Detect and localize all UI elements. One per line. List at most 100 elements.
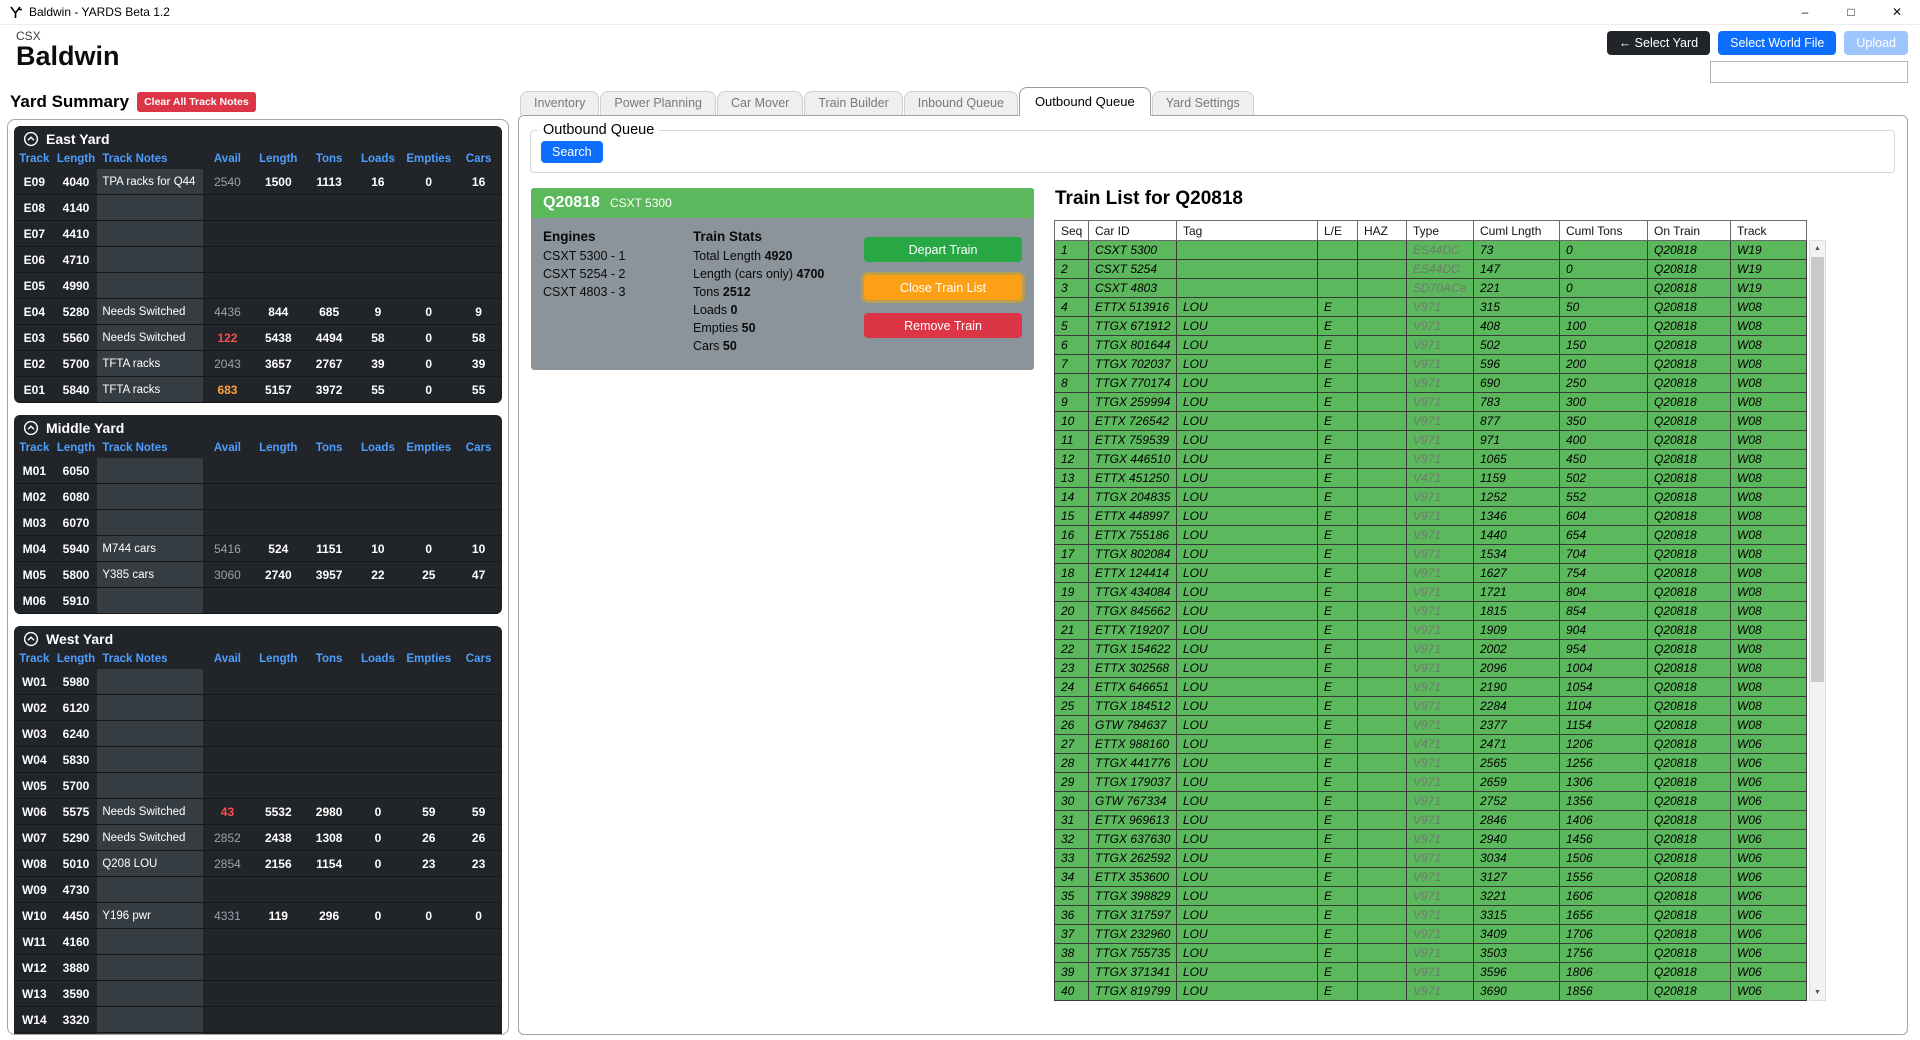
train-car-row[interactable]: 21 ETTX 719207 LOU E V971 1909 904 Q2081… (1055, 621, 1807, 640)
track-note-cell[interactable]: M744 cars (97, 536, 203, 562)
train-car-row[interactable]: 16 ETTX 755186 LOU E V971 1440 654 Q2081… (1055, 526, 1807, 545)
tab-car-mover[interactable]: Car Mover (717, 91, 803, 115)
track-note-cell[interactable]: Needs Switched (97, 825, 203, 851)
train-car-row[interactable]: 30 GTW 767334 LOU E V971 2752 1356 Q2081… (1055, 792, 1807, 811)
scroll-up-button[interactable]: ▲ (1810, 241, 1825, 256)
track-note-cell[interactable] (97, 981, 203, 1007)
track-note-cell[interactable] (97, 221, 203, 247)
train-car-row[interactable]: 6 TTGX 801644 LOU E V971 502 150 Q20818 (1055, 336, 1807, 355)
train-car-row[interactable]: 36 TTGX 317597 LOU E V971 3315 1656 Q208… (1055, 906, 1807, 925)
train-car-row[interactable]: 27 ETTX 988160 LOU E V471 2471 1206 Q208… (1055, 735, 1807, 754)
track-cell: W06 (1731, 963, 1807, 982)
train-car-row[interactable]: 8 TTGX 770174 LOU E V971 690 250 Q20818 (1055, 374, 1807, 393)
train-car-row[interactable]: 37 TTGX 232960 LOU E V971 3409 1706 Q208… (1055, 925, 1807, 944)
train-car-row[interactable]: 13 ETTX 451250 LOU E V471 1159 502 Q2081… (1055, 469, 1807, 488)
train-car-row[interactable]: 22 TTGX 154622 LOU E V971 2002 954 Q2081… (1055, 640, 1807, 659)
collapse-chevron-icon[interactable] (23, 131, 39, 147)
track-note-cell[interactable] (97, 669, 203, 695)
train-car-row[interactable]: 40 TTGX 819799 LOU E V971 3690 1856 Q208… (1055, 982, 1807, 1001)
train-car-row[interactable]: 2 CSXT 5254 ES44DC 147 0 Q20818 W19 (1055, 260, 1807, 279)
train-car-row[interactable]: 31 ETTX 969613 LOU E V971 2846 1406 Q208… (1055, 811, 1807, 830)
select-world-file-button[interactable]: Select World File (1718, 31, 1836, 55)
track-note-cell[interactable]: Y385 cars (97, 562, 203, 588)
train-car-row[interactable]: 38 TTGX 755735 LOU E V971 3503 1756 Q208… (1055, 944, 1807, 963)
track-note-cell[interactable]: TPA racks for Q44 (97, 169, 203, 195)
train-car-row[interactable]: 25 TTGX 184512 LOU E V971 2284 1104 Q208… (1055, 697, 1807, 716)
empties-cell (402, 721, 455, 747)
minimize-button[interactable]: – (1782, 0, 1828, 24)
track-note-cell[interactable] (97, 273, 203, 299)
tab-inbound-queue[interactable]: Inbound Queue (904, 91, 1018, 115)
track-note-cell[interactable]: Y196 pwr (97, 903, 203, 929)
track-note-cell[interactable] (97, 747, 203, 773)
track-note-cell[interactable]: TFTA racks (97, 377, 203, 403)
train-car-row[interactable]: 3 CSXT 4803 SD70ACe 221 0 Q20818 W1 (1055, 279, 1807, 298)
track-note-cell[interactable]: Q208 LOU (97, 851, 203, 877)
train-car-row[interactable]: 10 ETTX 726542 LOU E V971 877 350 Q20818 (1055, 412, 1807, 431)
train-car-row[interactable]: 28 TTGX 441776 LOU E V971 2565 1256 Q208… (1055, 754, 1807, 773)
track-note-cell[interactable] (97, 955, 203, 981)
train-car-row[interactable]: 19 TTGX 434084 LOU E V971 1721 804 Q2081… (1055, 583, 1807, 602)
track-note-cell[interactable] (97, 458, 203, 484)
le-cell: E (1318, 355, 1358, 374)
train-car-row[interactable]: 33 TTGX 262592 LOU E V971 3034 1506 Q208… (1055, 849, 1807, 868)
track-note-cell[interactable] (97, 877, 203, 903)
track-note-cell[interactable] (97, 1033, 203, 1036)
upload-button[interactable]: Upload (1844, 31, 1908, 55)
track-note-cell[interactable] (97, 510, 203, 536)
track-note-cell[interactable] (97, 247, 203, 273)
train-car-row[interactable]: 4 ETTX 513916 LOU E V971 315 50 Q20818 (1055, 298, 1807, 317)
train-car-row[interactable]: 26 GTW 784637 LOU E V971 2377 1154 Q2081… (1055, 716, 1807, 735)
track-note-cell[interactable] (97, 588, 203, 614)
train-car-row[interactable]: 9 TTGX 259994 LOU E V971 783 300 Q20818 (1055, 393, 1807, 412)
select-yard-button[interactable]: ← Select Yard (1607, 31, 1710, 55)
track-note-cell[interactable]: Needs Switched (97, 325, 203, 351)
track-note-cell[interactable] (97, 484, 203, 510)
close-train-list-button[interactable]: Close Train List (864, 275, 1022, 300)
train-car-row[interactable]: 32 TTGX 637630 LOU E V971 2940 1456 Q208… (1055, 830, 1807, 849)
tab-yard-settings[interactable]: Yard Settings (1152, 91, 1254, 115)
train-car-row[interactable]: 7 TTGX 702037 LOU E V971 596 200 Q20818 (1055, 355, 1807, 374)
train-car-row[interactable]: 11 ETTX 759539 LOU E V971 971 400 Q20818 (1055, 431, 1807, 450)
track-note-cell[interactable] (97, 195, 203, 221)
train-car-row[interactable]: 14 TTGX 204835 LOU E V971 1252 552 Q2081… (1055, 488, 1807, 507)
train-car-row[interactable]: 12 TTGX 446510 LOU E V971 1065 450 Q2081… (1055, 450, 1807, 469)
maximize-button[interactable]: □ (1828, 0, 1874, 24)
track-note-cell[interactable]: TFTA racks (97, 351, 203, 377)
collapse-chevron-icon[interactable] (23, 631, 39, 647)
tab-train-builder[interactable]: Train Builder (804, 91, 902, 115)
train-car-row[interactable]: 39 TTGX 371341 LOU E V971 3596 1806 Q208… (1055, 963, 1807, 982)
track-note-cell[interactable] (97, 695, 203, 721)
depart-train-button[interactable]: Depart Train (864, 237, 1022, 262)
tab-inventory[interactable]: Inventory (520, 91, 599, 115)
track-note-cell[interactable]: Needs Switched (97, 799, 203, 825)
tab-power-planning[interactable]: Power Planning (600, 91, 716, 115)
train-car-row[interactable]: 20 TTGX 845662 LOU E V971 1815 854 Q2081… (1055, 602, 1807, 621)
search-button[interactable]: Search (541, 141, 603, 163)
track-note-cell[interactable] (97, 1007, 203, 1033)
train-car-row[interactable]: 29 TTGX 179037 LOU E V971 2659 1306 Q208… (1055, 773, 1807, 792)
track-note-cell[interactable]: Needs Switched (97, 299, 203, 325)
tab-outbound-queue[interactable]: Outbound Queue (1019, 87, 1151, 116)
train-car-row[interactable]: 35 TTGX 398829 LOU E V971 3221 1606 Q208… (1055, 887, 1807, 906)
track-note-cell[interactable] (97, 773, 203, 799)
close-button[interactable]: ✕ (1874, 0, 1920, 24)
train-car-row[interactable]: 5 TTGX 671912 LOU E V971 408 100 Q20818 (1055, 317, 1807, 336)
train-car-row[interactable]: 1 CSXT 5300 ES44DC 73 0 Q20818 W19 (1055, 241, 1807, 260)
track-note-cell[interactable] (97, 929, 203, 955)
scroll-down-button[interactable]: ▼ (1810, 985, 1825, 1000)
tons-cell: 4494 (305, 325, 354, 351)
train-list-scrollbar[interactable]: ▲ ▼ (1809, 240, 1826, 1001)
clear-all-track-notes-button[interactable]: Clear All Track Notes (137, 92, 256, 112)
collapse-chevron-icon[interactable] (23, 420, 39, 436)
train-car-row[interactable]: 23 ETTX 302568 LOU E V971 2096 1004 Q208… (1055, 659, 1807, 678)
world-file-path-input[interactable] (1710, 61, 1908, 83)
scroll-thumb[interactable] (1811, 257, 1824, 682)
remove-train-button[interactable]: Remove Train (864, 313, 1022, 338)
train-car-row[interactable]: 15 ETTX 448997 LOU E V971 1346 604 Q2081… (1055, 507, 1807, 526)
train-car-row[interactable]: 34 ETTX 353600 LOU E V971 3127 1556 Q208… (1055, 868, 1807, 887)
train-car-row[interactable]: 18 ETTX 124414 LOU E V971 1627 754 Q2081… (1055, 564, 1807, 583)
train-car-row[interactable]: 24 ETTX 646651 LOU E V971 2190 1054 Q208… (1055, 678, 1807, 697)
train-car-row[interactable]: 17 TTGX 802084 LOU E V971 1534 704 Q2081… (1055, 545, 1807, 564)
track-note-cell[interactable] (97, 721, 203, 747)
